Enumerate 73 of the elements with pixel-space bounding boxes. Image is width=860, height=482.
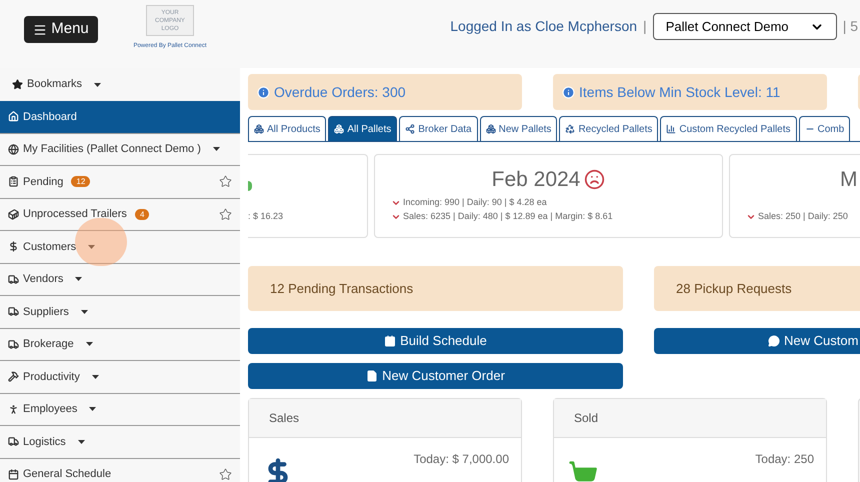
sidebar-item[interactable]: Vendors bbox=[0, 264, 240, 296]
tab[interactable]: Custom Recycled Pallets bbox=[660, 116, 797, 141]
sidebar-item[interactable]: Suppliers bbox=[0, 296, 240, 328]
alert-box: Overdue Orders: 300 bbox=[248, 74, 522, 110]
truck-icon bbox=[8, 436, 19, 448]
sidebar-item[interactable]: Customers bbox=[0, 231, 240, 264]
sidebar-item[interactable]: General Schedule bbox=[0, 458, 240, 482]
tab[interactable]: All Pallets bbox=[328, 116, 398, 141]
action-button[interactable]: New Custom bbox=[654, 328, 860, 354]
sidebar-item[interactable]: My Facilities (Pallet Connect Demo ) bbox=[0, 134, 240, 166]
star-icon[interactable] bbox=[219, 175, 232, 188]
globe-icon bbox=[8, 144, 19, 155]
tab[interactable]: Broker Data bbox=[399, 116, 478, 141]
tab[interactable]: New Pallets bbox=[480, 116, 558, 141]
dollar-icon bbox=[8, 241, 19, 252]
tab[interactable]: Recycled Pallets bbox=[559, 116, 658, 141]
truck-icon bbox=[8, 338, 19, 350]
stat-line: : $ 16.23 bbox=[248, 210, 284, 224]
info-icon bbox=[562, 86, 575, 98]
today-value: Today: 250 bbox=[755, 451, 814, 468]
hammer-icon bbox=[8, 371, 19, 382]
sidebar-item[interactable]: Logistics bbox=[0, 426, 240, 458]
clipboard-icon bbox=[8, 176, 19, 188]
count-badge: 4 bbox=[134, 208, 150, 220]
recycle-icon bbox=[565, 124, 576, 134]
stat-title: Feb 2024 bbox=[492, 167, 580, 193]
calendar-icon bbox=[8, 468, 19, 480]
cart-icon bbox=[568, 460, 598, 482]
panel-title: Sales bbox=[269, 410, 300, 427]
star-icon[interactable] bbox=[219, 468, 232, 481]
alert-box: Items Below Min Stock Level: 11 bbox=[553, 74, 827, 110]
speech-bubble-icon bbox=[768, 335, 780, 347]
bar-chart-icon bbox=[666, 124, 676, 134]
document-icon bbox=[366, 370, 378, 382]
facility-select[interactable]: Pallet Connect Demo bbox=[652, 13, 837, 40]
calendar-icon bbox=[384, 335, 396, 347]
logged-in-text: Logged In as Cloe Mcpherson bbox=[450, 17, 638, 36]
menu-button[interactable]: Menu bbox=[24, 16, 98, 43]
stat-line: Sales: 6235 | Daily: 480 | $ 12.89 ea | Margin: $ 8.61 bbox=[403, 210, 613, 224]
stat-line: Incoming: 990 | Daily: 90 | $ 4.28 ea bbox=[403, 196, 547, 210]
trailer-icon bbox=[8, 208, 19, 220]
panel-title: Sold bbox=[574, 410, 598, 427]
sidebar-item[interactable]: Employees bbox=[0, 394, 240, 426]
share-icon bbox=[405, 124, 416, 134]
count-badge: 12 bbox=[71, 176, 90, 188]
home-icon bbox=[8, 111, 19, 122]
tab[interactable]: Comb bbox=[798, 116, 850, 141]
truck-icon bbox=[8, 306, 19, 318]
sidebar-item[interactable]: Unprocessed Trailers 4 bbox=[0, 198, 240, 231]
stat-line: Sales: 250 | Daily: 250 bbox=[758, 210, 848, 224]
action-button[interactable]: New Customer Order bbox=[248, 363, 623, 389]
trailing-text: | 5 bbox=[842, 17, 859, 36]
summary-box: 12 Pending Transactions bbox=[248, 266, 623, 311]
click-indicator bbox=[75, 218, 127, 266]
separator: | bbox=[643, 17, 647, 36]
caret-icon bbox=[94, 82, 102, 86]
sidebar-item[interactable]: Dashboard bbox=[0, 101, 240, 134]
action-button[interactable]: Build Schedule bbox=[248, 328, 623, 354]
summary-box: 28 Pickup Requests bbox=[654, 266, 860, 311]
stat-title: M bbox=[840, 167, 858, 193]
star-icon[interactable] bbox=[219, 208, 232, 221]
tab[interactable]: All Products bbox=[248, 116, 326, 141]
sidebar-item[interactable]: Productivity bbox=[0, 361, 240, 394]
person-icon bbox=[8, 404, 19, 415]
star-icon bbox=[12, 79, 23, 90]
info-icon bbox=[257, 86, 270, 98]
truck-icon bbox=[8, 274, 19, 285]
sidebar-item[interactable]: Pending 12 bbox=[0, 166, 240, 198]
status-icon bbox=[248, 181, 252, 191]
sidebar-item[interactable]: Brokerage bbox=[0, 328, 240, 361]
today-value: Today: $ 7,000.00 bbox=[414, 451, 509, 468]
menu-icon bbox=[33, 22, 48, 36]
bookmarks-menu[interactable]: Bookmarks bbox=[0, 68, 240, 101]
